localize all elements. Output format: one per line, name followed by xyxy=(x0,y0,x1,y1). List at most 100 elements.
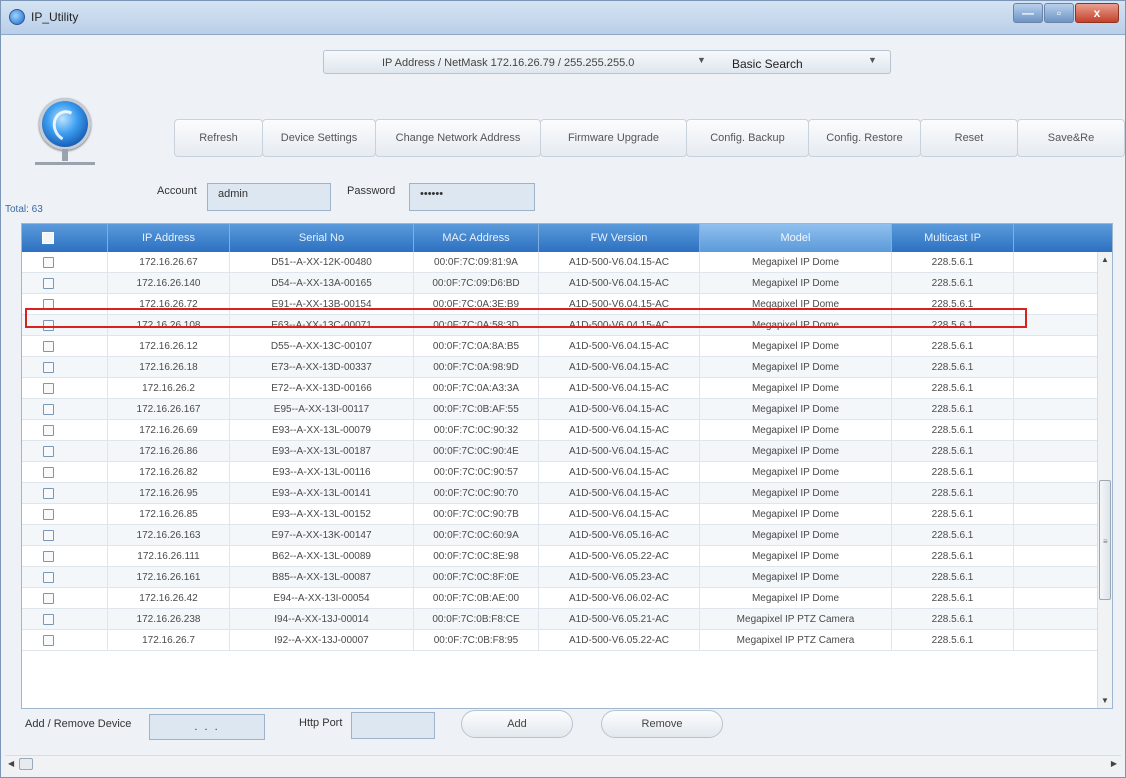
cell-model: Megapixel IP Dome xyxy=(700,525,892,546)
close-button[interactable]: x xyxy=(1075,3,1119,23)
cell-multicast-ip: 228.5.6.1 xyxy=(892,630,1014,651)
header-fw-version[interactable]: FW Version xyxy=(539,224,700,252)
cell-multicast-ip: 228.5.6.1 xyxy=(892,378,1014,399)
scroll-up-arrow-icon[interactable]: ▲ xyxy=(1101,255,1109,264)
cell-serial-no: D55--A-XX-13C-00107 xyxy=(230,336,414,357)
row-checkbox[interactable] xyxy=(43,320,54,331)
table-row[interactable]: 172.16.26.7 I92--A-XX-13J-00007 00:0F:7C:0… xyxy=(22,630,1098,651)
cell-serial-no: E91--A-XX-13B-00154 xyxy=(230,294,414,315)
row-checkbox[interactable] xyxy=(43,572,54,583)
cell-fw-version: A1D-500-V6.04.15-AC xyxy=(539,483,700,504)
device-settings-button[interactable]: Device Settings xyxy=(262,119,376,157)
table-row[interactable]: 172.16.26.72 E91--A-XX-13B-00154 00:0F:7C:… xyxy=(22,294,1098,315)
table-row[interactable]: 172.16.26.163 E97--A-XX-13K-00147 00:0F:7C… xyxy=(22,525,1098,546)
cell-model: Megapixel IP Dome xyxy=(700,294,892,315)
row-checkbox[interactable] xyxy=(43,341,54,352)
row-checkbox[interactable] xyxy=(43,383,54,394)
cell-fw-version: A1D-500-V6.04.15-AC xyxy=(539,399,700,420)
table-row[interactable]: 172.16.26.2 E72--A-XX-13D-00166 00:0F:7C:0… xyxy=(22,378,1098,399)
table-row[interactable]: 172.16.26.140 D54--A-XX-13A-00165 00:0F:7C… xyxy=(22,273,1098,294)
refresh-button[interactable]: Refresh xyxy=(174,119,263,157)
ip-dropdown-triangle-down-icon[interactable]: ▼ xyxy=(697,55,706,65)
row-checkbox[interactable] xyxy=(43,614,54,625)
table-row[interactable]: 172.16.26.42 E94--A-XX-13I-00054 00:0F:7C:… xyxy=(22,588,1098,609)
row-checkbox[interactable] xyxy=(43,530,54,541)
row-checkbox[interactable] xyxy=(43,257,54,268)
cell-model: Megapixel IP Dome xyxy=(700,273,892,294)
scroll-down-arrow-icon[interactable]: ▼ xyxy=(1101,696,1109,705)
table-row[interactable]: 172.16.26.95 E93--A-XX-13L-00141 00:0F:7C:… xyxy=(22,483,1098,504)
horizontal-scroll-thumb[interactable] xyxy=(19,758,33,770)
cell-model: Megapixel IP Dome xyxy=(700,315,892,336)
add-remove-device-label: Add / Remove Device xyxy=(25,718,132,730)
title-bar[interactable]: IP_Utility — ▫ x xyxy=(1,1,1125,35)
table-row[interactable]: 172.16.26.167 E95--A-XX-13I-00117 00:0F:7C… xyxy=(22,399,1098,420)
cell-model: Megapixel IP Dome xyxy=(700,441,892,462)
network-globe-icon xyxy=(39,98,91,150)
cell-select xyxy=(22,315,108,336)
cell-ip-address: 172.16.26.72 xyxy=(108,294,230,315)
select-all-checkbox[interactable] xyxy=(42,232,54,244)
search-mode-selector[interactable]: Basic Search xyxy=(732,57,803,71)
cell-serial-no: B85--A-XX-13L-00087 xyxy=(230,567,414,588)
header-ip-address[interactable]: IP Address xyxy=(108,224,230,252)
cell-ip-address: 172.16.26.18 xyxy=(108,357,230,378)
row-checkbox[interactable] xyxy=(43,635,54,646)
device-ip-input[interactable]: . . . xyxy=(149,714,265,740)
table-row[interactable]: 172.16.26.108 E63--A-XX-13C-00071 00:0F:7C… xyxy=(22,315,1098,336)
minimize-button[interactable]: — xyxy=(1013,3,1043,23)
header-mac-address[interactable]: MAC Address xyxy=(414,224,539,252)
table-row[interactable]: 172.16.26.82 E93--A-XX-13L-00116 00:0F:7C:… xyxy=(22,462,1098,483)
row-checkbox[interactable] xyxy=(43,425,54,436)
vertical-scroll-thumb[interactable]: ≡ xyxy=(1099,480,1111,600)
config-backup-button[interactable]: Config. Backup xyxy=(686,119,809,157)
ip-netmask-selector[interactable]: IP Address / NetMask 172.16.26.79 / 255.… xyxy=(382,57,634,69)
header-model[interactable]: Model xyxy=(700,224,892,252)
add-button[interactable]: Add xyxy=(461,710,573,738)
table-row[interactable]: 172.16.26.85 E93--A-XX-13L-00152 00:0F:7C:… xyxy=(22,504,1098,525)
http-port-input[interactable] xyxy=(351,712,435,739)
account-input[interactable]: admin xyxy=(207,183,331,211)
vertical-scrollbar[interactable]: ▲ ≡ ▼ xyxy=(1097,252,1112,708)
cell-empty xyxy=(1014,441,1098,462)
row-checkbox[interactable] xyxy=(43,509,54,520)
table-row[interactable]: 172.16.26.12 D55--A-XX-13C-00107 00:0F:7C:… xyxy=(22,336,1098,357)
table-body: 172.16.26.67 D51--A-XX-12K-00480 00:0F:7C:… xyxy=(22,252,1098,651)
row-checkbox[interactable] xyxy=(43,488,54,499)
reset-button[interactable]: Reset xyxy=(920,119,1018,157)
cell-empty xyxy=(1014,546,1098,567)
row-checkbox[interactable] xyxy=(43,446,54,457)
row-checkbox[interactable] xyxy=(43,362,54,373)
scroll-left-arrow-icon[interactable]: ◀ xyxy=(8,759,14,768)
row-checkbox[interactable] xyxy=(43,299,54,310)
header-serial-no[interactable]: Serial No xyxy=(230,224,414,252)
row-checkbox[interactable] xyxy=(43,404,54,415)
save-reboot-button[interactable]: Save&Re xyxy=(1017,119,1125,157)
cell-multicast-ip: 228.5.6.1 xyxy=(892,525,1014,546)
window-controls: — ▫ x xyxy=(1012,3,1119,25)
account-label: Account xyxy=(157,185,197,197)
app-globe-icon xyxy=(9,9,25,25)
header-multicast-ip[interactable]: Multicast IP xyxy=(892,224,1014,252)
row-checkbox[interactable] xyxy=(43,551,54,562)
table-row[interactable]: 172.16.26.238 I94--A-XX-13J-00014 00:0F:7C… xyxy=(22,609,1098,630)
row-checkbox[interactable] xyxy=(43,593,54,604)
table-row[interactable]: 172.16.26.161 B85--A-XX-13L-00087 00:0F:7C… xyxy=(22,567,1098,588)
table-row[interactable]: 172.16.26.18 E73--A-XX-13D-00337 00:0F:7C:… xyxy=(22,357,1098,378)
horizontal-scrollbar[interactable]: ◀ ▶ xyxy=(5,755,1121,772)
scroll-right-arrow-icon[interactable]: ▶ xyxy=(1111,759,1117,768)
change-network-address-button[interactable]: Change Network Address xyxy=(375,119,541,157)
maximize-button[interactable]: ▫ xyxy=(1044,3,1074,23)
search-mode-triangle-down-icon[interactable]: ▼ xyxy=(868,55,877,65)
row-checkbox[interactable] xyxy=(43,278,54,289)
firmware-upgrade-button[interactable]: Firmware Upgrade xyxy=(540,119,687,157)
remove-button[interactable]: Remove xyxy=(601,710,723,738)
config-restore-button[interactable]: Config. Restore xyxy=(808,119,921,157)
password-input[interactable]: •••••• xyxy=(409,183,535,211)
cell-model: Megapixel IP Dome xyxy=(700,336,892,357)
table-row[interactable]: 172.16.26.86 E93--A-XX-13L-00187 00:0F:7C:… xyxy=(22,441,1098,462)
row-checkbox[interactable] xyxy=(43,467,54,478)
table-row[interactable]: 172.16.26.67 D51--A-XX-12K-00480 00:0F:7C:… xyxy=(22,252,1098,273)
table-row[interactable]: 172.16.26.69 E93--A-XX-13L-00079 00:0F:7C:… xyxy=(22,420,1098,441)
table-row[interactable]: 172.16.26.111 B62--A-XX-13L-00089 00:0F:7C… xyxy=(22,546,1098,567)
